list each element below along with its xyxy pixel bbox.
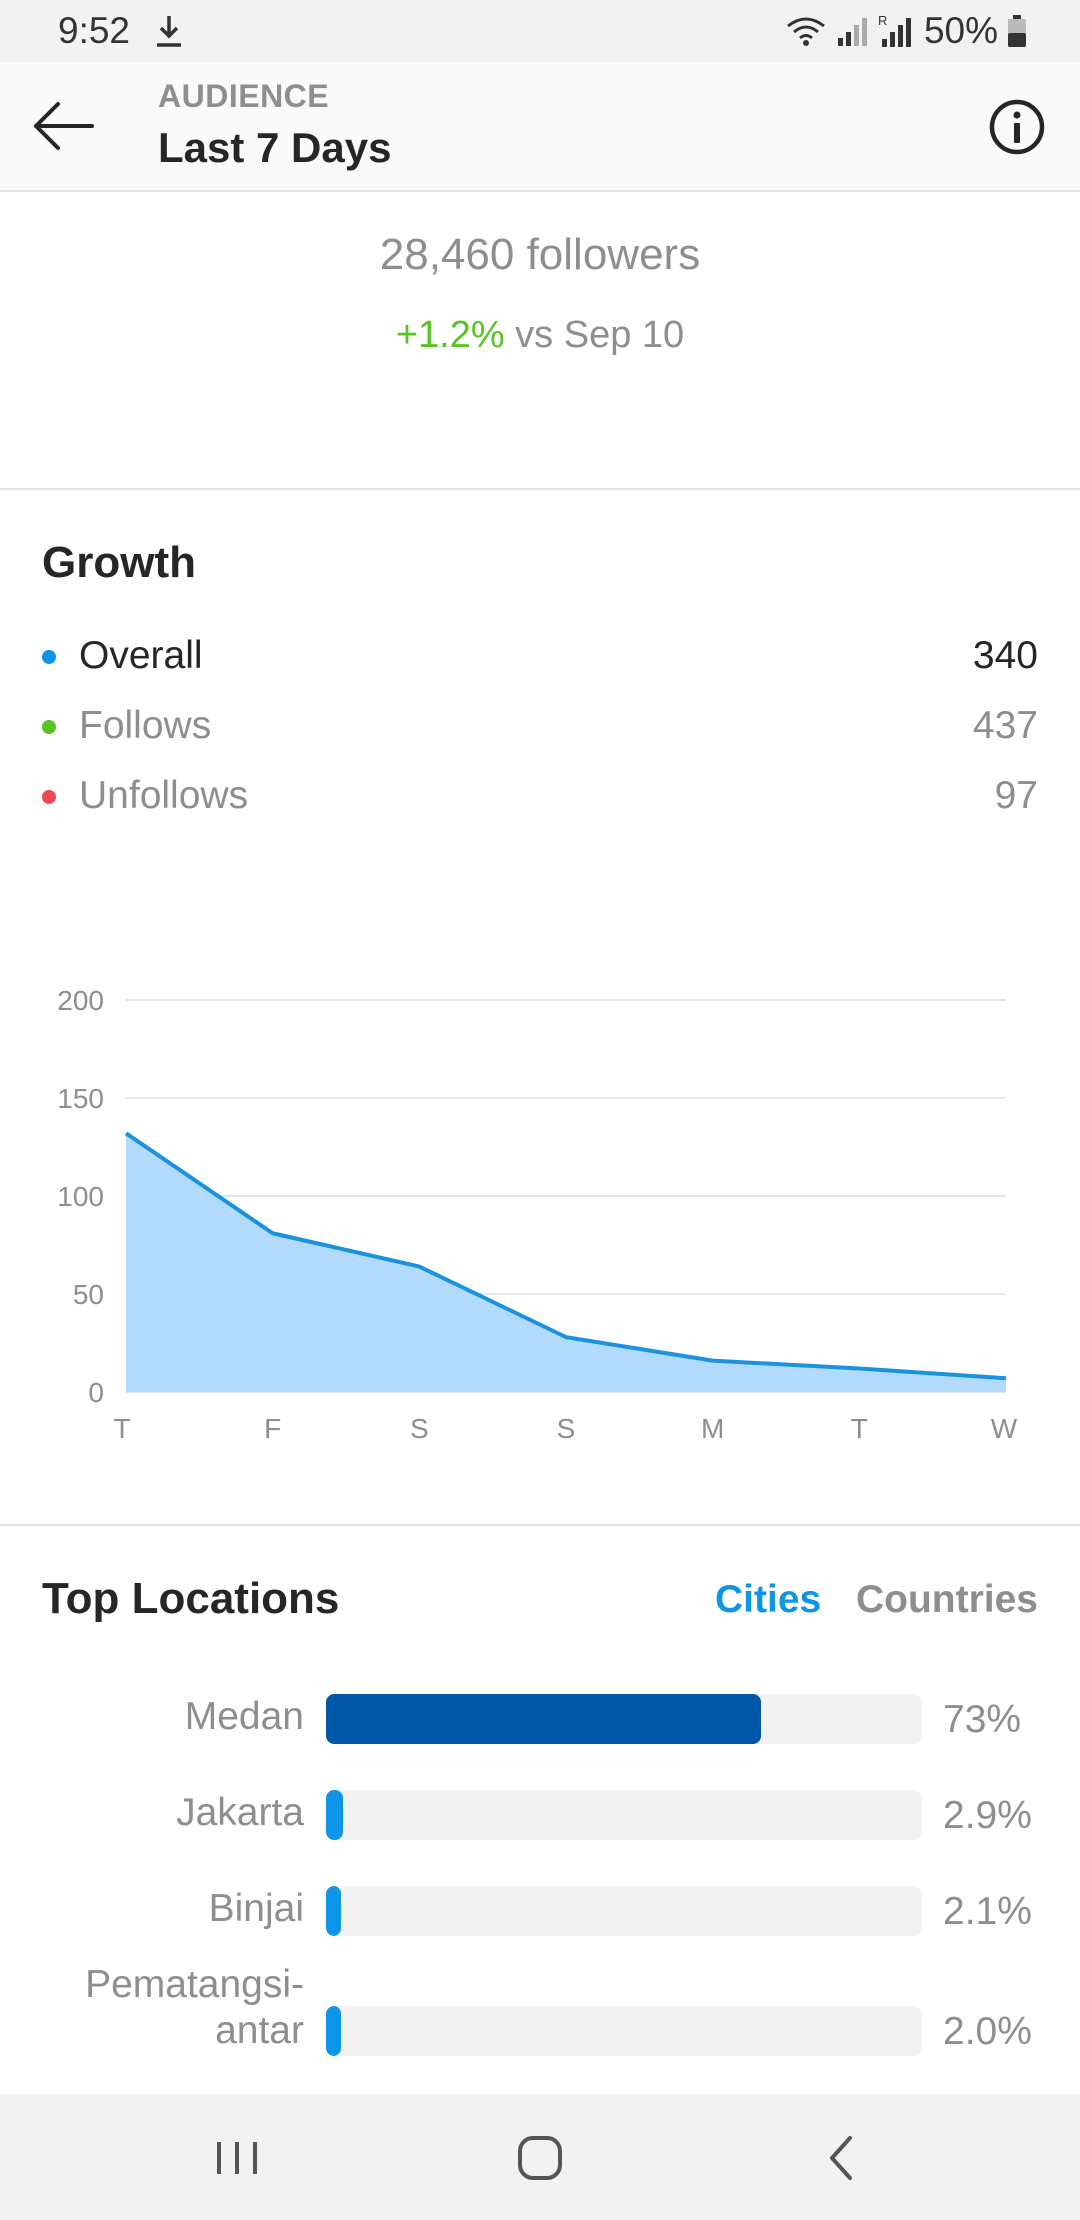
- legend-item-follows: Follows 437: [42, 698, 1038, 754]
- x-tick-label: M: [701, 1413, 724, 1444]
- status-time: 9:52: [58, 10, 131, 51]
- tab-countries[interactable]: Countries: [856, 1578, 1038, 1622]
- legend-value: 437: [972, 704, 1038, 747]
- top-locations-title: Top Locations: [42, 1574, 340, 1623]
- signal-roaming-icon: R: [878, 13, 911, 47]
- legend-label: Follows: [79, 704, 212, 747]
- growth-title: Growth: [42, 538, 196, 587]
- battery-icon: [1008, 15, 1026, 47]
- location-bar-fill: [326, 1790, 344, 1840]
- x-tick-label: T: [113, 1413, 130, 1444]
- location-name: Jakarta: [176, 1791, 304, 1834]
- location-bar-fill: [326, 1886, 342, 1936]
- x-tick-label: S: [410, 1413, 429, 1444]
- x-tick-label: T: [851, 1413, 868, 1444]
- followers-change-suffix: vs Sep 10: [504, 314, 685, 356]
- location-bar: [326, 2006, 922, 2056]
- download-icon: [157, 16, 181, 47]
- status-icons: R 50%: [784, 10, 1028, 52]
- location-name-cont: antar: [215, 2009, 304, 2052]
- location-percent: 2.0%: [943, 2010, 1032, 2053]
- followers-change: +1.2% vs Sep 10: [0, 314, 1080, 357]
- divider: [0, 1524, 1080, 1526]
- followers-change-percent: +1.2%: [395, 314, 505, 356]
- y-tick-label: 150: [57, 1083, 104, 1114]
- info-icon[interactable]: [988, 98, 1046, 156]
- legend-item-overall: Overall 340: [42, 628, 1038, 684]
- legend-label: Unfollows: [79, 774, 249, 817]
- page-title: Last 7 Days: [158, 124, 392, 171]
- location-name: Binjai: [208, 1887, 304, 1930]
- app-header: AUDIENCE Last 7 Days: [0, 62, 1080, 192]
- signal-icon: [837, 18, 867, 46]
- series-area: [126, 1133, 1006, 1392]
- y-tick-label: 50: [73, 1279, 104, 1310]
- y-tick-label: 100: [57, 1181, 104, 1212]
- location-bar-fill: [326, 1694, 762, 1744]
- location-name: Medan: [184, 1695, 304, 1738]
- recent-apps-icon[interactable]: [207, 2128, 267, 2188]
- location-bar: [326, 1886, 922, 1936]
- legend-value: 340: [972, 634, 1038, 677]
- home-icon[interactable]: [510, 2128, 570, 2188]
- system-nav-bar: [0, 2094, 1080, 2220]
- location-name: Pematangsi-: [85, 1963, 304, 2006]
- legend-dot: [42, 790, 56, 804]
- growth-chart: 0 50 100 150 200 T F S S M T W: [57, 985, 1018, 1444]
- y-tick-label: 0: [88, 1377, 104, 1408]
- followers-count: 28,460 followers: [379, 230, 701, 279]
- legend-value: 97: [994, 774, 1038, 817]
- legend-dot: [42, 720, 56, 734]
- location-percent: 2.1%: [943, 1890, 1032, 1933]
- location-percent: 2.9%: [943, 1794, 1032, 1837]
- wifi-icon: [787, 17, 825, 46]
- followers-summary: 28,460 followers +1.2% vs Sep 10: [0, 190, 1080, 490]
- location-bar-fill: [326, 2006, 342, 2056]
- arrow-left-icon[interactable]: [28, 94, 98, 158]
- legend-label: Overall: [79, 634, 203, 677]
- legend-dot: [42, 650, 56, 664]
- x-tick-label: W: [991, 1413, 1018, 1444]
- location-percent: 73%: [943, 1698, 1022, 1741]
- battery-level: 50%: [923, 10, 998, 51]
- location-bar: [326, 1790, 922, 1840]
- back-icon[interactable]: [812, 2128, 872, 2188]
- x-tick-label: S: [557, 1413, 576, 1444]
- x-tick-label: F: [264, 1413, 281, 1444]
- header-subtitle: AUDIENCE: [158, 78, 330, 114]
- y-tick-label: 200: [57, 985, 104, 1016]
- status-bar: 9:52 R 50%: [0, 0, 1080, 62]
- legend-item-unfollows: Unfollows 97: [42, 768, 1038, 824]
- location-bar: [326, 1694, 922, 1744]
- svg-text:R: R: [878, 13, 887, 28]
- tab-cities[interactable]: Cities: [715, 1578, 821, 1622]
